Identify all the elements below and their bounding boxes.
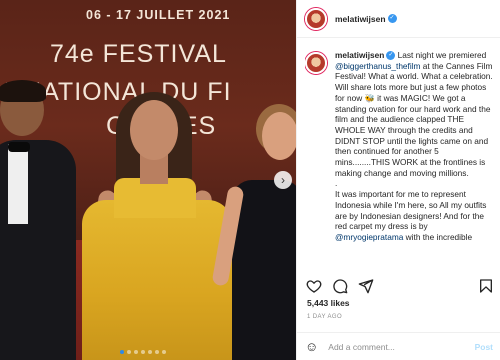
post-actions	[305, 276, 495, 296]
caption-text-1a: Last night we premiered	[395, 50, 487, 60]
post-button[interactable]: Post	[475, 342, 493, 352]
woman-head-right	[262, 112, 296, 160]
like-count[interactable]: 5,443 likes	[307, 298, 350, 308]
post-side-panel: melatiwijsen ✓ melatiwijsen ✓ Last night …	[296, 0, 500, 360]
comment-input[interactable]	[328, 341, 475, 352]
carousel-dot	[141, 350, 145, 354]
caption-avatar[interactable]	[305, 52, 327, 74]
caption-text-3b: with the incredible	[403, 231, 473, 242]
caption-text-1b: at the Cannes Film Festival! What a worl…	[335, 60, 493, 178]
caption-text-3a: It was important for me to represent Ind…	[335, 189, 487, 232]
gown-bodice	[114, 178, 196, 218]
carousel-dot	[148, 350, 152, 354]
banner-date: 06 - 17 JUILLET 2021	[86, 8, 231, 22]
bookmark-icon[interactable]	[477, 277, 495, 295]
banner-title-line1: 74e FESTIVAL	[50, 40, 227, 68]
verified-badge-icon: ✓	[386, 51, 396, 61]
timestamp[interactable]: 1 DAY AGO	[307, 314, 342, 320]
carousel-dot	[162, 350, 166, 354]
carousel-dot	[134, 350, 138, 354]
smiley-icon[interactable]: ☺	[305, 339, 318, 354]
comment-icon[interactable]	[331, 277, 349, 295]
comment-bar: ☺ Post	[297, 332, 500, 360]
verified-badge-icon: ✓	[387, 14, 397, 23]
caption-area: melatiwijsen ✓ Last night we premiered @b…	[305, 50, 495, 268]
white-shirt	[8, 144, 28, 224]
mention-link[interactable]: @biggerthanus_thefilm	[335, 61, 420, 71]
carousel-dots	[120, 350, 166, 354]
woman-head	[130, 100, 178, 160]
post-header: melatiwijsen ✓	[297, 0, 500, 38]
post-photo[interactable]: 06 - 17 JUILLET 2021 74e FESTIVAL RNATIO…	[0, 0, 296, 360]
header-username[interactable]: melatiwijsen	[335, 14, 386, 24]
avatar[interactable]	[305, 7, 327, 30]
man-hair	[0, 80, 46, 102]
carousel-dot	[120, 350, 124, 354]
carousel-dot	[127, 350, 131, 354]
heart-icon[interactable]	[305, 277, 323, 295]
paper-plane-icon[interactable]	[357, 277, 375, 295]
caption-text-2: .	[335, 178, 338, 189]
yellow-gown	[82, 200, 232, 360]
chevron-right-icon[interactable]: ›	[274, 171, 292, 189]
mention-link[interactable]: @mryogiepratama	[335, 232, 403, 242]
carousel-dot	[155, 350, 159, 354]
woman-black-dress	[232, 180, 296, 360]
caption-username[interactable]: melatiwijsen	[335, 50, 384, 60]
bow-tie	[8, 142, 30, 152]
post-caption: melatiwijsen ✓ Last night we premiered @b…	[335, 50, 495, 268]
